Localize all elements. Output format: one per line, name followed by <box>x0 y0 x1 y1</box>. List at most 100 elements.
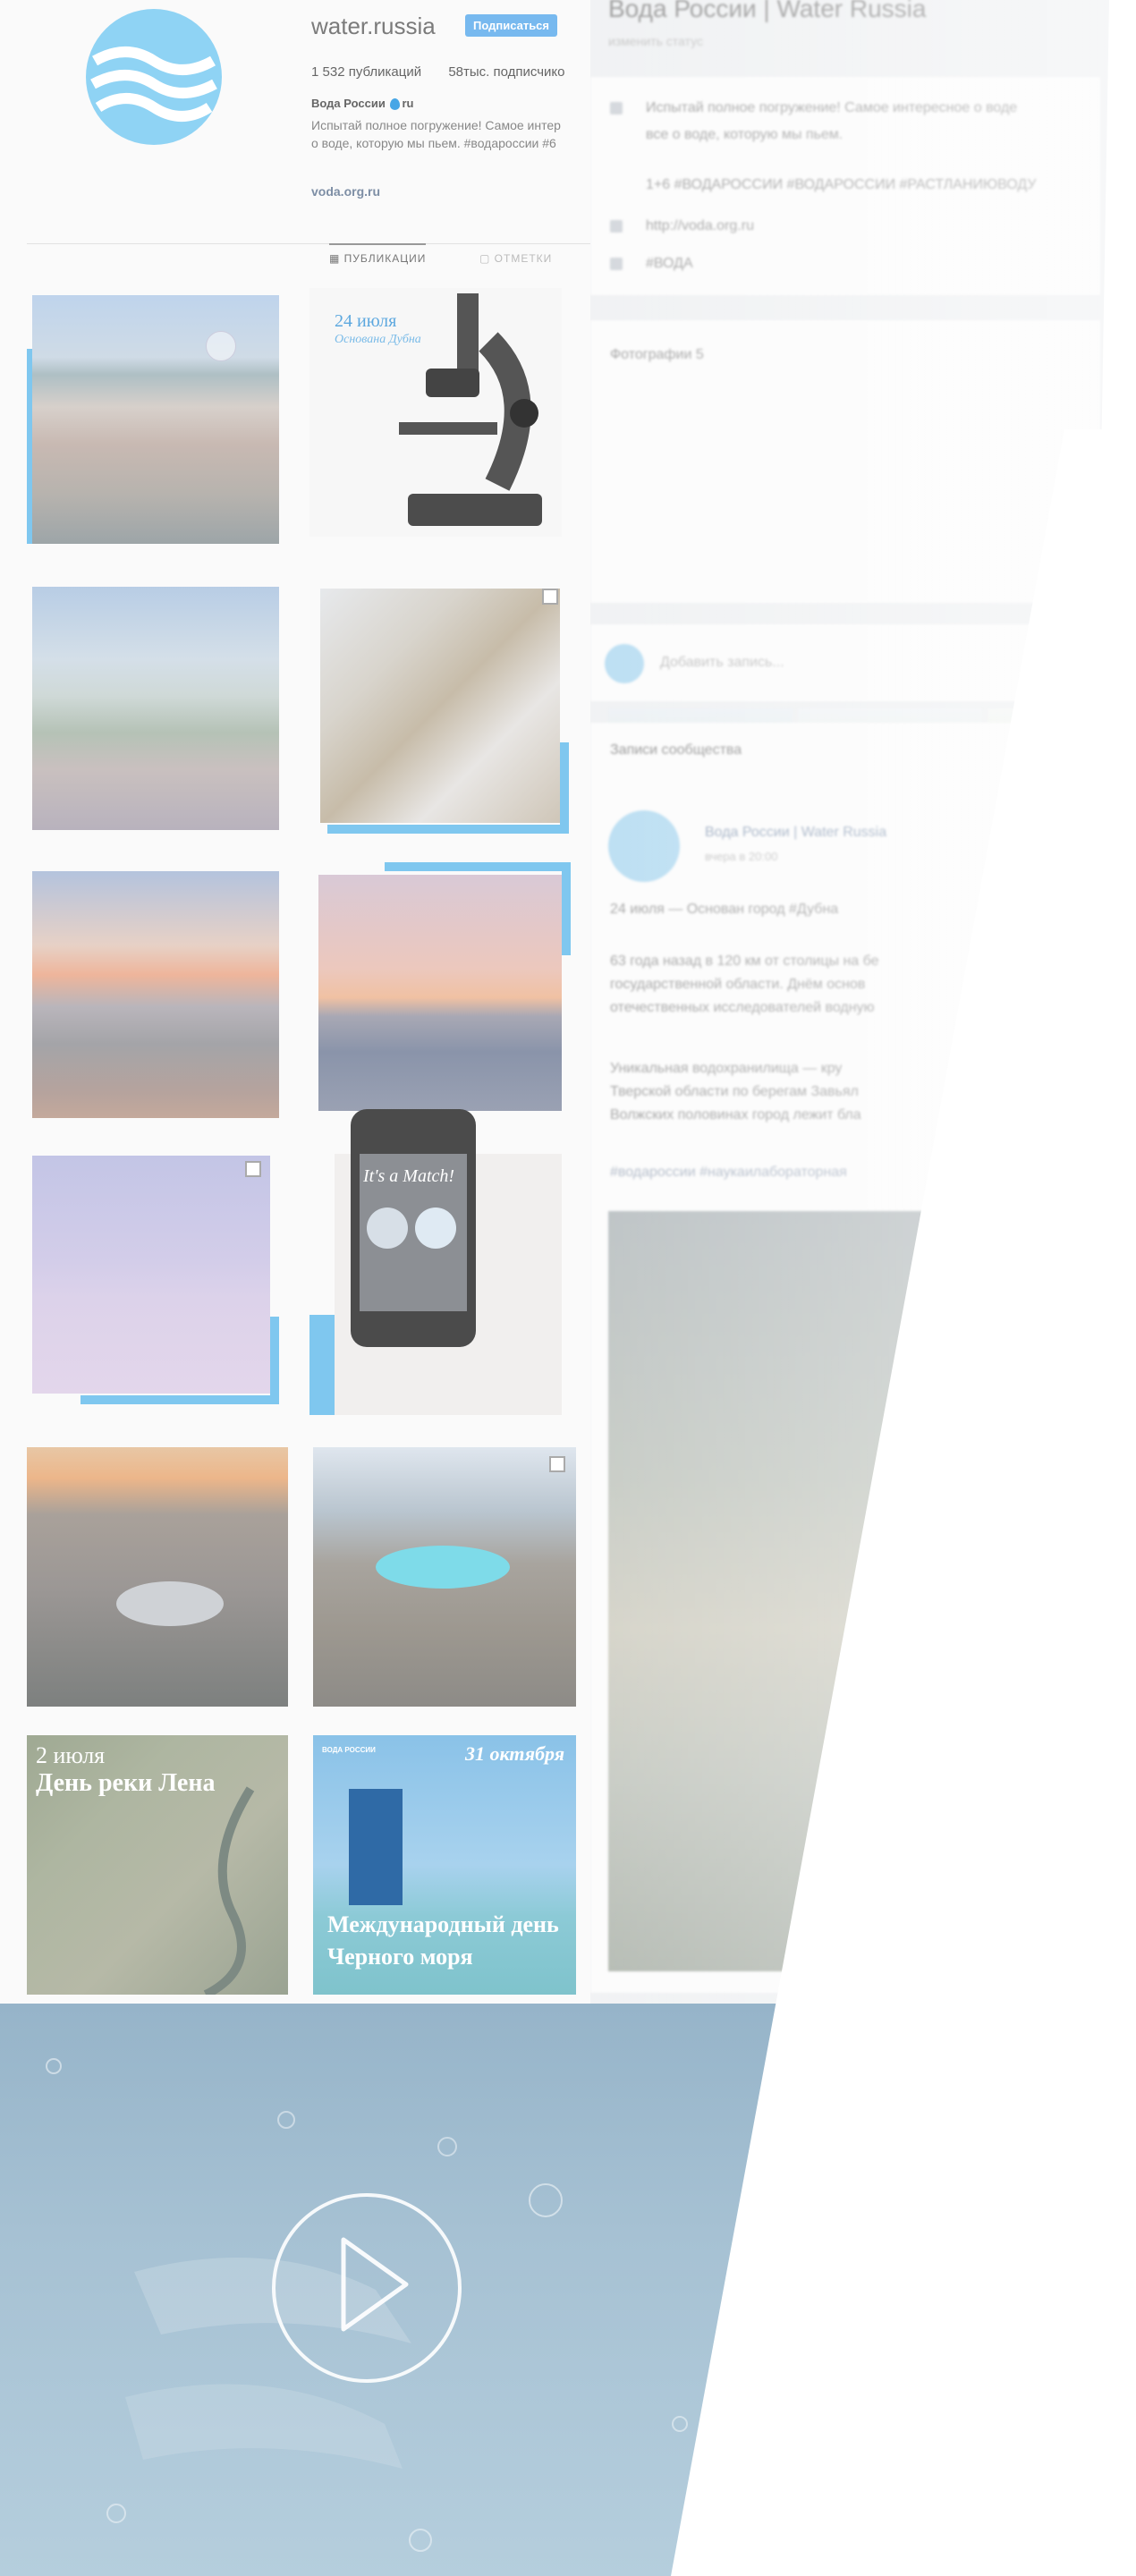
full-name-suffix: ru <box>402 97 414 110</box>
profile-avatar[interactable] <box>86 9 222 145</box>
post-tile[interactable] <box>27 295 279 544</box>
post-tile[interactable]: 2 июля День реки Лена <box>27 1735 288 1995</box>
tower-icon <box>349 1789 403 1905</box>
info-text: Испытай полное погружение! Самое интерес… <box>646 100 1018 115</box>
profile-username: water.russia <box>311 13 436 39</box>
post-tile[interactable] <box>318 862 571 1111</box>
info-text: http://voda.org.ru <box>646 218 754 233</box>
instagram-profile-panel: water.russia Подписаться 1 532 публикаци… <box>0 0 598 2004</box>
profile-stats: 1 532 публикаций 58тыс. подписчико <box>311 64 588 80</box>
community-title: Вода России | Water Russia <box>608 0 927 22</box>
decor-bar <box>562 862 571 955</box>
match-text: It's a Match! <box>363 1166 455 1186</box>
post-author-avatar[interactable] <box>608 810 680 882</box>
info-row: все о воде, которую мы пьем. <box>646 127 843 143</box>
post-text-line: отечественных исследователей водную <box>610 1000 875 1015</box>
tab-tagged[interactable]: ▢ ОТМЕТКИ <box>479 245 552 265</box>
posts-count[interactable]: 1 532 публикаций <box>311 64 421 80</box>
underwater-decor <box>46 2058 688 2552</box>
post-tile[interactable]: ВОДА РОССИИ 31 октября Международный ден… <box>313 1735 576 1995</box>
profile-bio: Испытай полное погружение! Самое интер о… <box>311 116 596 152</box>
tile-date: 2 июля <box>36 1742 106 1768</box>
stadium-roof <box>116 1581 224 1626</box>
info-row: Испытай полное погружение! Самое интерес… <box>610 100 1017 116</box>
bio-line: Испытай полное погружение! Самое интер <box>311 118 561 132</box>
vk-community-panel: Вода России | Water Russia изменить стат… <box>590 0 1136 2004</box>
new-post-card[interactable]: Добавить запись... <box>590 624 1100 701</box>
info-row[interactable]: http://voda.org.ru <box>610 218 754 234</box>
play-button[interactable] <box>272 2193 462 2383</box>
info-row: #ВОДА <box>610 256 693 272</box>
tag-icon: ▢ <box>479 252 495 265</box>
post-title: 24 июля — Основан город #Дубна <box>610 902 839 917</box>
photos-heading[interactable]: Фотографии 5 <box>610 347 704 363</box>
post-author[interactable]: Вода России | Water Russia <box>705 825 886 841</box>
post-tile[interactable] <box>27 1447 288 1707</box>
decor-bar <box>385 862 571 871</box>
tile-date: 31 октября <box>465 1742 565 1765</box>
saltflat-photo <box>32 1156 270 1394</box>
carousel-icon <box>245 1161 261 1177</box>
post-tile[interactable] <box>32 587 284 835</box>
stadium-photo <box>27 1447 288 1707</box>
decor-bar <box>327 825 569 834</box>
post-tile[interactable]: It's a Match! <box>309 1100 562 1415</box>
link-icon <box>610 219 623 233</box>
water-logo-bubble <box>415 1208 456 1249</box>
water-waves-icon <box>90 47 217 122</box>
post-text-line: Волжских половинах город лежит бла <box>610 1107 861 1123</box>
avatar <box>605 644 644 683</box>
decor-bar <box>560 742 569 832</box>
post-tile[interactable] <box>27 1156 279 1404</box>
sunset-photo <box>32 871 279 1118</box>
geyser-photo <box>320 589 560 823</box>
profile-full-name: Вода России ru <box>311 97 414 111</box>
add-post-input[interactable]: Добавить запись... <box>660 655 784 671</box>
info-text: все о воде, которую мы пьем. <box>646 127 844 142</box>
sea-photo <box>318 875 562 1111</box>
water-drop-icon <box>390 98 401 111</box>
post-tile[interactable] <box>32 871 284 1120</box>
tab-publications[interactable]: ▦ ПУБЛИКАЦИИ <box>329 243 427 265</box>
followers-count[interactable]: 58тыс. подписчико <box>448 64 564 80</box>
full-name-text: Вода России <box>311 97 386 110</box>
tab-label: ПУБЛИКАЦИИ <box>343 252 427 265</box>
decor-bar <box>81 1395 279 1404</box>
community-status[interactable]: изменить статус <box>608 34 703 48</box>
post-date[interactable]: вчера в 20:00 <box>705 850 777 863</box>
post-image[interactable] <box>608 1211 966 1971</box>
decor-bar <box>270 1317 279 1404</box>
water-drop <box>206 331 236 361</box>
profile-website-link[interactable]: voda.org.ru <box>311 184 380 199</box>
bio-line: о воде, которую мы пьем. #водароссии #6 <box>311 136 556 150</box>
tile-caption: День реки Лена <box>36 1769 216 1797</box>
info-text: #ВОДА <box>646 256 693 271</box>
play-icon <box>341 2237 409 2332</box>
post-text-line: Тверской области по берегам Завьял <box>610 1084 859 1099</box>
brand-label: ВОДА РОССИИ <box>322 1746 376 1754</box>
info-row: 1+6 #ВОДАРОССИИ #ВОДАРОССИИ #РАСТЛАНИЮВО… <box>646 177 1037 193</box>
crater-lake <box>376 1546 510 1589</box>
info-icon <box>610 101 623 114</box>
post-text-line: Уникальная водохранилища — кру <box>610 1061 843 1076</box>
grid-icon: ▦ <box>329 252 344 265</box>
follow-button[interactable]: Подписаться <box>465 14 558 37</box>
tile-caption: Международный день Черного моря <box>327 1911 559 1970</box>
info-text: 1+6 #ВОДАРОССИИ #ВОДАРОССИИ #РАСТЛАНИЮВО… <box>646 177 1037 192</box>
post-tile[interactable] <box>313 1447 576 1707</box>
post-tile[interactable] <box>317 585 569 834</box>
video-area[interactable] <box>0 2004 1136 2576</box>
phone-icon <box>610 257 623 270</box>
carousel-icon <box>542 589 558 605</box>
post-tile[interactable]: 24 июля Основана Дубна <box>309 288 562 537</box>
photos-card: Фотографии 5 <box>590 320 1100 900</box>
microscope-icon <box>399 293 542 526</box>
profile-bubble <box>367 1208 408 1249</box>
post-tags[interactable]: #водароссии #наукаилабораторная <box>610 1165 847 1181</box>
divider <box>27 243 598 244</box>
river-photo <box>32 587 279 830</box>
wall-heading: Записи сообщества <box>610 742 742 758</box>
post-text-line: 63 года назад в 120 км от столицы на бе <box>610 953 879 969</box>
tab-label: ОТМЕТКИ <box>494 252 553 265</box>
post-text-line: государственной области. Днём основ <box>610 977 866 992</box>
